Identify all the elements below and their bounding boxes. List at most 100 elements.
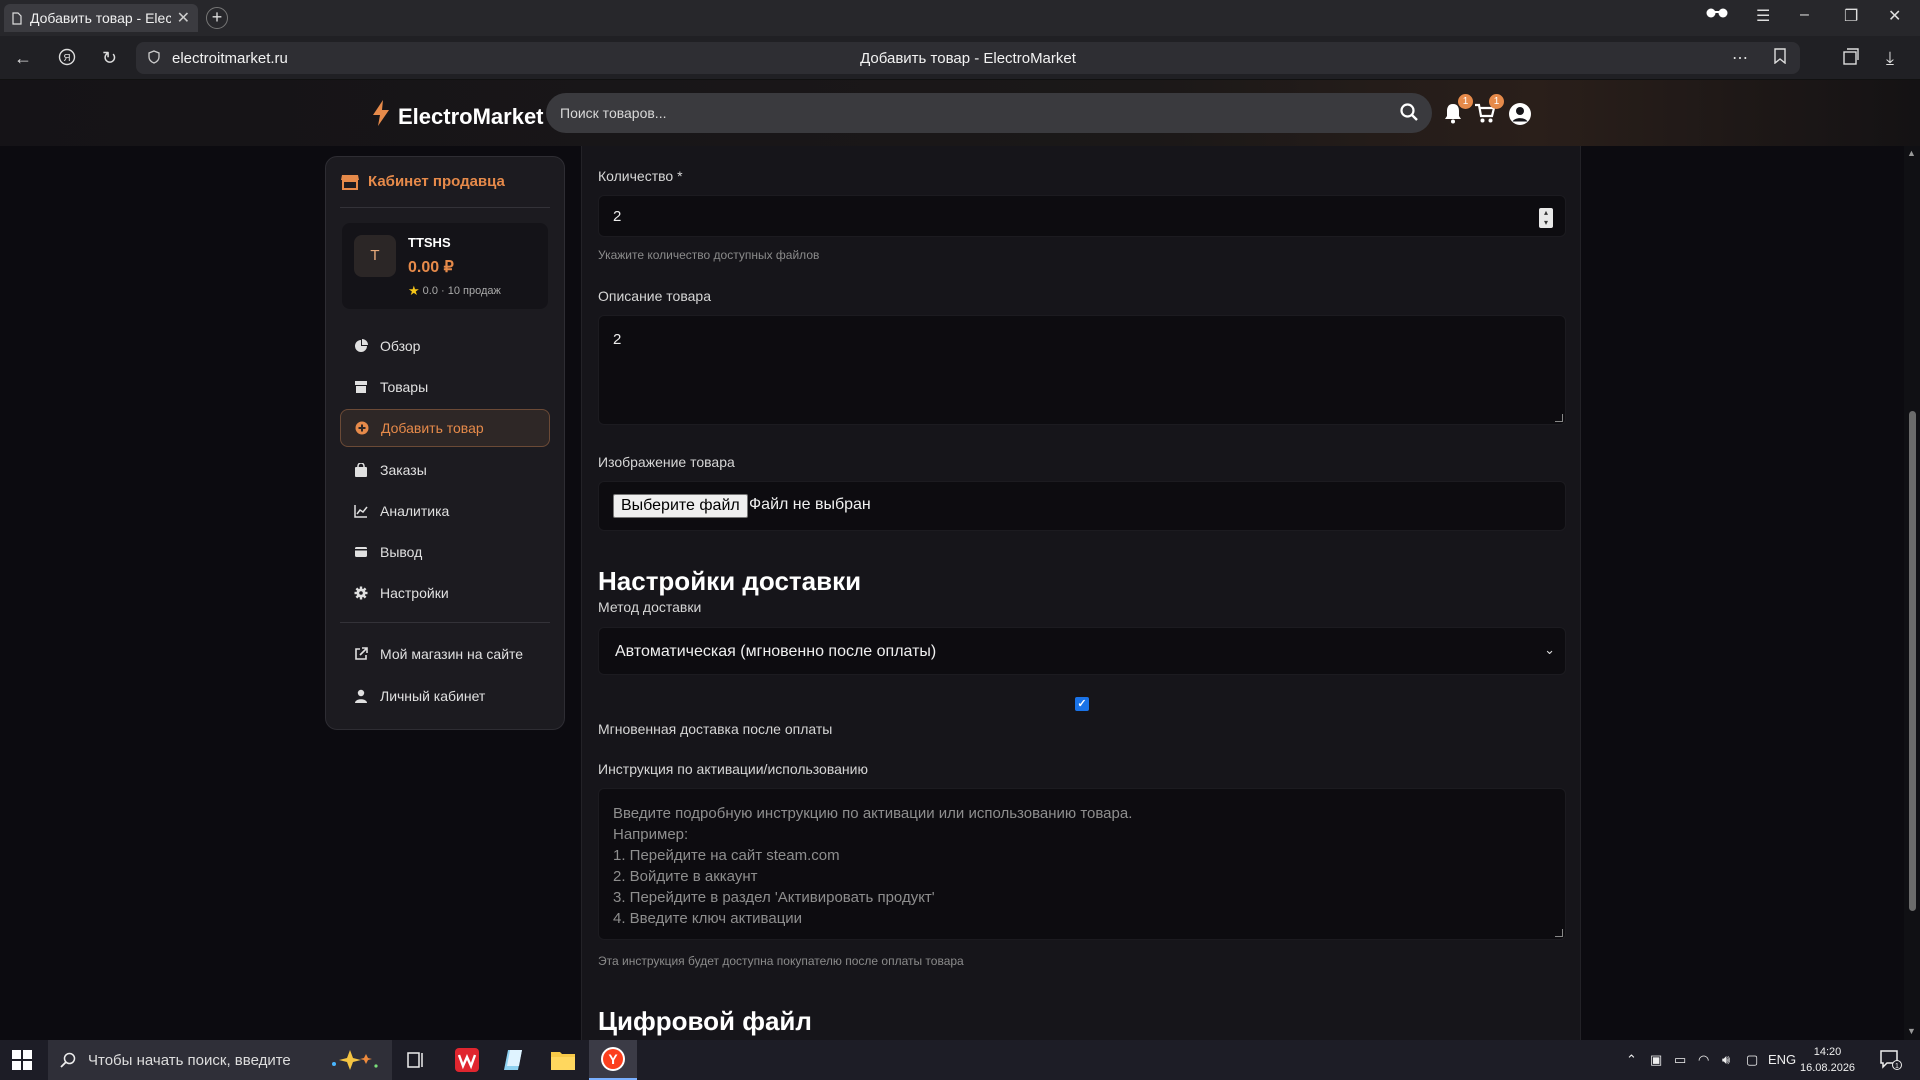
scroll-up-icon[interactable]: ▲ bbox=[1907, 148, 1916, 158]
notifications-button[interactable]: 1 bbox=[1443, 94, 1473, 126]
site-logo[interactable]: ElectroMarket bbox=[372, 100, 544, 133]
plus-circle-icon bbox=[355, 421, 369, 435]
clock-date: 16.08.2026 bbox=[1800, 1062, 1856, 1074]
resize-handle[interactable] bbox=[1555, 414, 1563, 422]
reading-glasses-icon[interactable] bbox=[1706, 6, 1728, 24]
sidebar-item-label: Заказы bbox=[380, 462, 427, 478]
cart-badge: 1 bbox=[1489, 94, 1504, 109]
sidebar-item-label: Обзор bbox=[380, 338, 421, 354]
minimize-icon[interactable]: – bbox=[1800, 6, 1809, 24]
tab-title: Добавить товар - ElectroMarket bbox=[30, 10, 171, 26]
sidebar-item-overview[interactable]: Обзор bbox=[340, 327, 550, 365]
sidebar-item-label: Добавить товар bbox=[381, 420, 484, 436]
search-bar bbox=[546, 93, 1432, 133]
browser-tab[interactable]: Добавить товар - ElectroMarket ✕ bbox=[4, 4, 198, 32]
notification-count: 1 bbox=[1895, 1063, 1899, 1070]
image-label: Изображение товара bbox=[598, 454, 735, 470]
lightning-icon bbox=[372, 100, 390, 133]
clock-time: 14:20 bbox=[1813, 1046, 1842, 1058]
scroll-down-icon[interactable]: ▼ bbox=[1907, 1026, 1916, 1036]
description-textarea[interactable]: 2 bbox=[598, 315, 1566, 425]
taskbar: Чтобы начать поиск, введите Y ⌃ ▣ ▭ ◠ 🔊︎… bbox=[0, 1040, 1920, 1080]
menu-icon[interactable]: ☰ bbox=[1756, 6, 1770, 26]
reload-icon[interactable]: ↻ bbox=[102, 48, 117, 69]
windows-start-icon[interactable] bbox=[12, 1050, 32, 1070]
clock[interactable]: 14:20 16.08.2026 bbox=[1800, 1044, 1855, 1076]
more-icon[interactable]: ⋯ bbox=[1732, 48, 1748, 68]
instruction-placeholder: Введите подробную инструкцию по активаци… bbox=[613, 805, 1133, 927]
yandex-icon[interactable]: Я bbox=[58, 48, 76, 71]
chart-pie-icon bbox=[355, 339, 368, 352]
file-explorer-icon[interactable] bbox=[539, 1040, 587, 1080]
seller-name: TTSHS bbox=[408, 235, 451, 250]
seller-rating: ★ 0.0 · 10 продаж bbox=[408, 283, 501, 299]
sidebar-item-account[interactable]: Личный кабинет bbox=[340, 677, 550, 715]
language-indicator[interactable]: ENG bbox=[1768, 1052, 1796, 1067]
search-input[interactable] bbox=[560, 93, 1380, 133]
sidebar-item-label: Личный кабинет bbox=[380, 688, 486, 704]
instant-delivery-label: Мгновенная доставка после оплаты bbox=[598, 721, 833, 737]
battery-icon[interactable]: ▭ bbox=[1674, 1052, 1686, 1068]
page-icon bbox=[12, 11, 22, 25]
sidebar-item-orders[interactable]: Заказы bbox=[340, 451, 550, 489]
yandex-browser-icon[interactable]: Y bbox=[589, 1040, 637, 1080]
restore-icon[interactable]: ❐ bbox=[1844, 6, 1858, 26]
account-button[interactable] bbox=[1508, 102, 1532, 126]
back-icon[interactable]: ← bbox=[14, 48, 32, 69]
wps-office-icon[interactable] bbox=[443, 1040, 491, 1080]
bookmark-icon[interactable] bbox=[1774, 48, 1786, 69]
sidebar-item-products[interactable]: Товары bbox=[340, 368, 550, 406]
instruction-hint: Эта инструкция будет доступна покупателю… bbox=[598, 954, 964, 968]
box-icon bbox=[355, 381, 367, 393]
digital-file-section-title: Цифровой файл bbox=[598, 1006, 812, 1036]
notes-app-icon[interactable] bbox=[490, 1040, 538, 1080]
bag-icon bbox=[355, 463, 367, 477]
task-view-icon[interactable] bbox=[392, 1040, 440, 1080]
sidebar-item-add-product[interactable]: Добавить товар bbox=[340, 409, 550, 447]
quantity-stepper[interactable]: ▴ ▾ bbox=[1539, 208, 1553, 228]
quantity-hint: Укажите количество доступных файлов bbox=[598, 248, 820, 262]
search-icon bbox=[60, 1052, 76, 1068]
display-icon[interactable]: ▢ bbox=[1746, 1052, 1758, 1068]
choose-file-button[interactable]: Выберите файл bbox=[613, 494, 748, 518]
sidebar-item-withdraw[interactable]: Вывод bbox=[340, 533, 550, 571]
download-icon[interactable]: ⤓ bbox=[1886, 48, 1894, 69]
svg-text:Я: Я bbox=[63, 53, 70, 64]
site-header: ElectroMarket 1 1 bbox=[0, 80, 1920, 146]
instant-delivery-checkbox[interactable]: ✓ bbox=[1075, 697, 1089, 711]
close-window-icon[interactable]: ✕ bbox=[1888, 6, 1901, 26]
taskbar-search[interactable]: Чтобы начать поиск, введите bbox=[48, 1040, 392, 1080]
tray-camera-icon[interactable]: ▣ bbox=[1650, 1052, 1662, 1068]
quantity-value: 2 bbox=[613, 208, 622, 225]
notification-center-icon[interactable]: 1 bbox=[1880, 1050, 1902, 1073]
instruction-label: Инструкция по активации/использованию bbox=[598, 761, 868, 777]
cart-button[interactable]: 1 bbox=[1474, 94, 1504, 126]
description-label: Описание товара bbox=[598, 288, 711, 304]
delivery-method-select[interactable]: Автоматическая (мгновенно после оплаты) … bbox=[598, 627, 1566, 675]
network-icon[interactable]: ◠ bbox=[1698, 1052, 1709, 1068]
store-icon bbox=[341, 174, 359, 190]
star-icon: ★ bbox=[408, 283, 420, 298]
search-icon[interactable] bbox=[1400, 103, 1418, 121]
tray-chevron-up-icon[interactable]: ⌃ bbox=[1626, 1052, 1637, 1068]
add-product-form: Количество * 2 ▴ ▾ Укажите количество дос… bbox=[581, 146, 1581, 1040]
sidebar-item-settings[interactable]: Настройки bbox=[340, 574, 550, 612]
quantity-input[interactable]: 2 ▴ ▾ bbox=[598, 195, 1566, 237]
sidebar-item-label: Мой магазин на сайте bbox=[380, 646, 524, 662]
gear-icon bbox=[354, 586, 368, 600]
divider bbox=[340, 622, 550, 623]
collections-icon[interactable] bbox=[1842, 48, 1860, 71]
sidebar-item-label: Аналитика bbox=[380, 503, 450, 519]
page-scrollbar[interactable]: ▲ ▼ bbox=[1904, 146, 1920, 1040]
seller-sidebar: Кабинет продавца T TTSHS 0.00 ₽ ★ 0.0 · … bbox=[325, 156, 565, 730]
new-tab-button[interactable]: + bbox=[206, 7, 228, 29]
tab-close-icon[interactable]: ✕ bbox=[177, 8, 190, 28]
resize-handle[interactable] bbox=[1555, 929, 1563, 937]
page-title: Добавить товар - ElectroMarket bbox=[860, 50, 1076, 67]
scroll-thumb[interactable] bbox=[1909, 411, 1916, 911]
url-field[interactable]: electroitmarket.ru Добавить товар - Elec… bbox=[136, 42, 1800, 74]
sidebar-item-analytics[interactable]: Аналитика bbox=[340, 492, 550, 530]
instruction-textarea[interactable]: Введите подробную инструкцию по активаци… bbox=[598, 788, 1566, 940]
volume-icon[interactable]: 🔊︎ bbox=[1722, 1052, 1730, 1068]
sidebar-item-my-store[interactable]: Мой магазин на сайте bbox=[340, 635, 550, 673]
